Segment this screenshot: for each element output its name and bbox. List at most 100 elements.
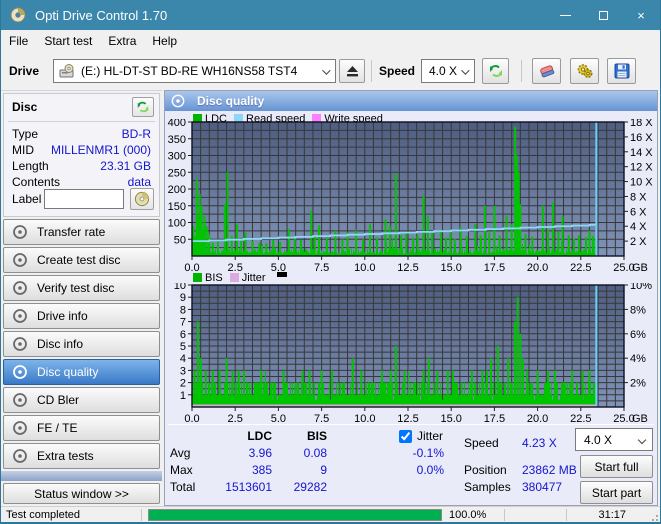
sidebar-item-create-test-disc[interactable]: Create test disc [3,247,160,273]
menu-start-test[interactable]: Start test [36,31,100,51]
data-bar [223,204,226,256]
disc-label-label: Label [12,192,42,206]
menu-extra[interactable]: Extra [100,31,144,51]
data-bar [208,234,211,256]
sidebar-item-disc-quality[interactable]: Disc quality [3,359,160,385]
data-bar [375,237,378,256]
data-bar [218,370,221,407]
save-button[interactable] [607,58,636,84]
drive-select[interactable]: (E:) HL-DT-ST BD-RE WH16NS58 TST4 [53,59,336,83]
jitter-checkbox[interactable] [399,429,412,443]
disc-icon [13,309,27,323]
speed-label: Speed [379,64,416,78]
tick-label: 350 [168,134,186,146]
sidebar-item-drive-info[interactable]: Drive info [3,303,160,329]
tick-label: 8 X [630,191,647,203]
data-bar [562,382,565,407]
data-bar [479,235,482,256]
elapsed-time: 31:17 [598,509,626,521]
menu-file[interactable]: File [1,31,36,51]
chevron-down-icon [322,66,331,75]
sidebar-item-disc-info[interactable]: Disc info [3,331,160,357]
disc-contents-value: data [127,175,151,189]
data-bar [536,370,539,407]
tick-label: 4 [180,353,186,365]
resize-grip[interactable] [648,511,658,521]
window-title: Opti Drive Control 1.70 [35,7,168,23]
speed-select[interactable]: 4.0 X [421,59,475,83]
menu-help[interactable]: Help [144,31,185,51]
refresh-icon [137,101,149,113]
data-bar [449,232,452,256]
data-bar [216,240,219,256]
start-part-button[interactable]: Start part [580,481,653,504]
sidebar-item-cd-bler[interactable]: CD Bler [3,387,160,413]
data-bar [422,370,425,407]
sidebar-item-label: Disc info [37,337,84,351]
data-bar [531,236,534,256]
maximize-button[interactable] [584,0,622,30]
sidebar-item-verify-test-disc[interactable]: Verify test disc [3,275,160,301]
max-row-label: Max [170,463,193,477]
sidebar-item-fe-te[interactable]: FE / TE [3,415,160,441]
chevron-down-icon [461,66,470,75]
tick-label: 150 [168,201,186,213]
data-bar [198,194,201,256]
divider [8,121,155,122]
write-label-button[interactable] [130,188,154,210]
data-bar [368,224,371,256]
data-bar [279,241,282,256]
erase-disc-button[interactable] [532,58,561,84]
disc-icon [13,393,27,407]
progress-bar [148,509,442,521]
data-bar [394,173,397,256]
data-bar [195,178,198,256]
start-full-button[interactable]: Start full [580,455,653,478]
data-bar [445,237,448,256]
tick-label: 7 [180,317,186,329]
data-bar [451,370,454,407]
data-bar [265,243,268,256]
settings-button[interactable] [570,58,599,84]
disc-mid-label: MID [12,143,34,157]
position-info-value: 23862 MB [522,463,577,477]
bis-column-header: BIS [306,429,327,443]
data-bar [546,370,549,407]
sidebar-item-transfer-rate[interactable]: Transfer rate [3,219,160,245]
sidebar-item-label: Drive info [37,309,88,323]
data-bar [427,358,430,407]
close-icon: × [637,7,645,23]
total-bis-value: 29282 [293,480,327,494]
disc-label-input[interactable] [44,189,124,209]
data-bar [260,370,263,407]
disc-refresh-button[interactable] [132,97,154,117]
tick-label: 12.5 [397,262,418,271]
minimize-button[interactable] [546,0,584,30]
tick-label: 4 X [630,221,647,233]
data-bar [381,370,384,407]
status-window-button[interactable]: Status window >> [3,483,160,504]
sidebar-item-label: Verify test disc [37,281,115,295]
data-bar [498,235,501,256]
disc-icon [13,365,27,379]
data-bar [546,229,549,256]
avg-bis-value: 0.08 [303,446,327,460]
data-bar [507,358,510,407]
refresh-button[interactable] [482,58,509,84]
disc-type-value: BD-R [121,127,151,141]
data-bar [351,358,354,407]
data-bar [526,370,529,407]
data-bar [412,237,415,256]
test-speed-select[interactable]: 4.0 X [575,428,653,451]
ldc-chart: 400 350 300 250 200 150 100 50 18 X 16 X 14 X 12 X 1… [168,119,654,271]
data-bar [211,242,214,256]
total-ldc-value: 1513601 [225,480,272,494]
tick-label: 2% [630,378,646,390]
sidebar-item-extra-tests[interactable]: Extra tests [3,443,160,469]
data-bar [384,219,387,256]
close-button[interactable]: × [622,0,660,30]
eject-button[interactable] [339,59,365,83]
data-bar [439,230,442,256]
tick-label: 6 X [630,206,647,218]
divider [141,509,142,521]
